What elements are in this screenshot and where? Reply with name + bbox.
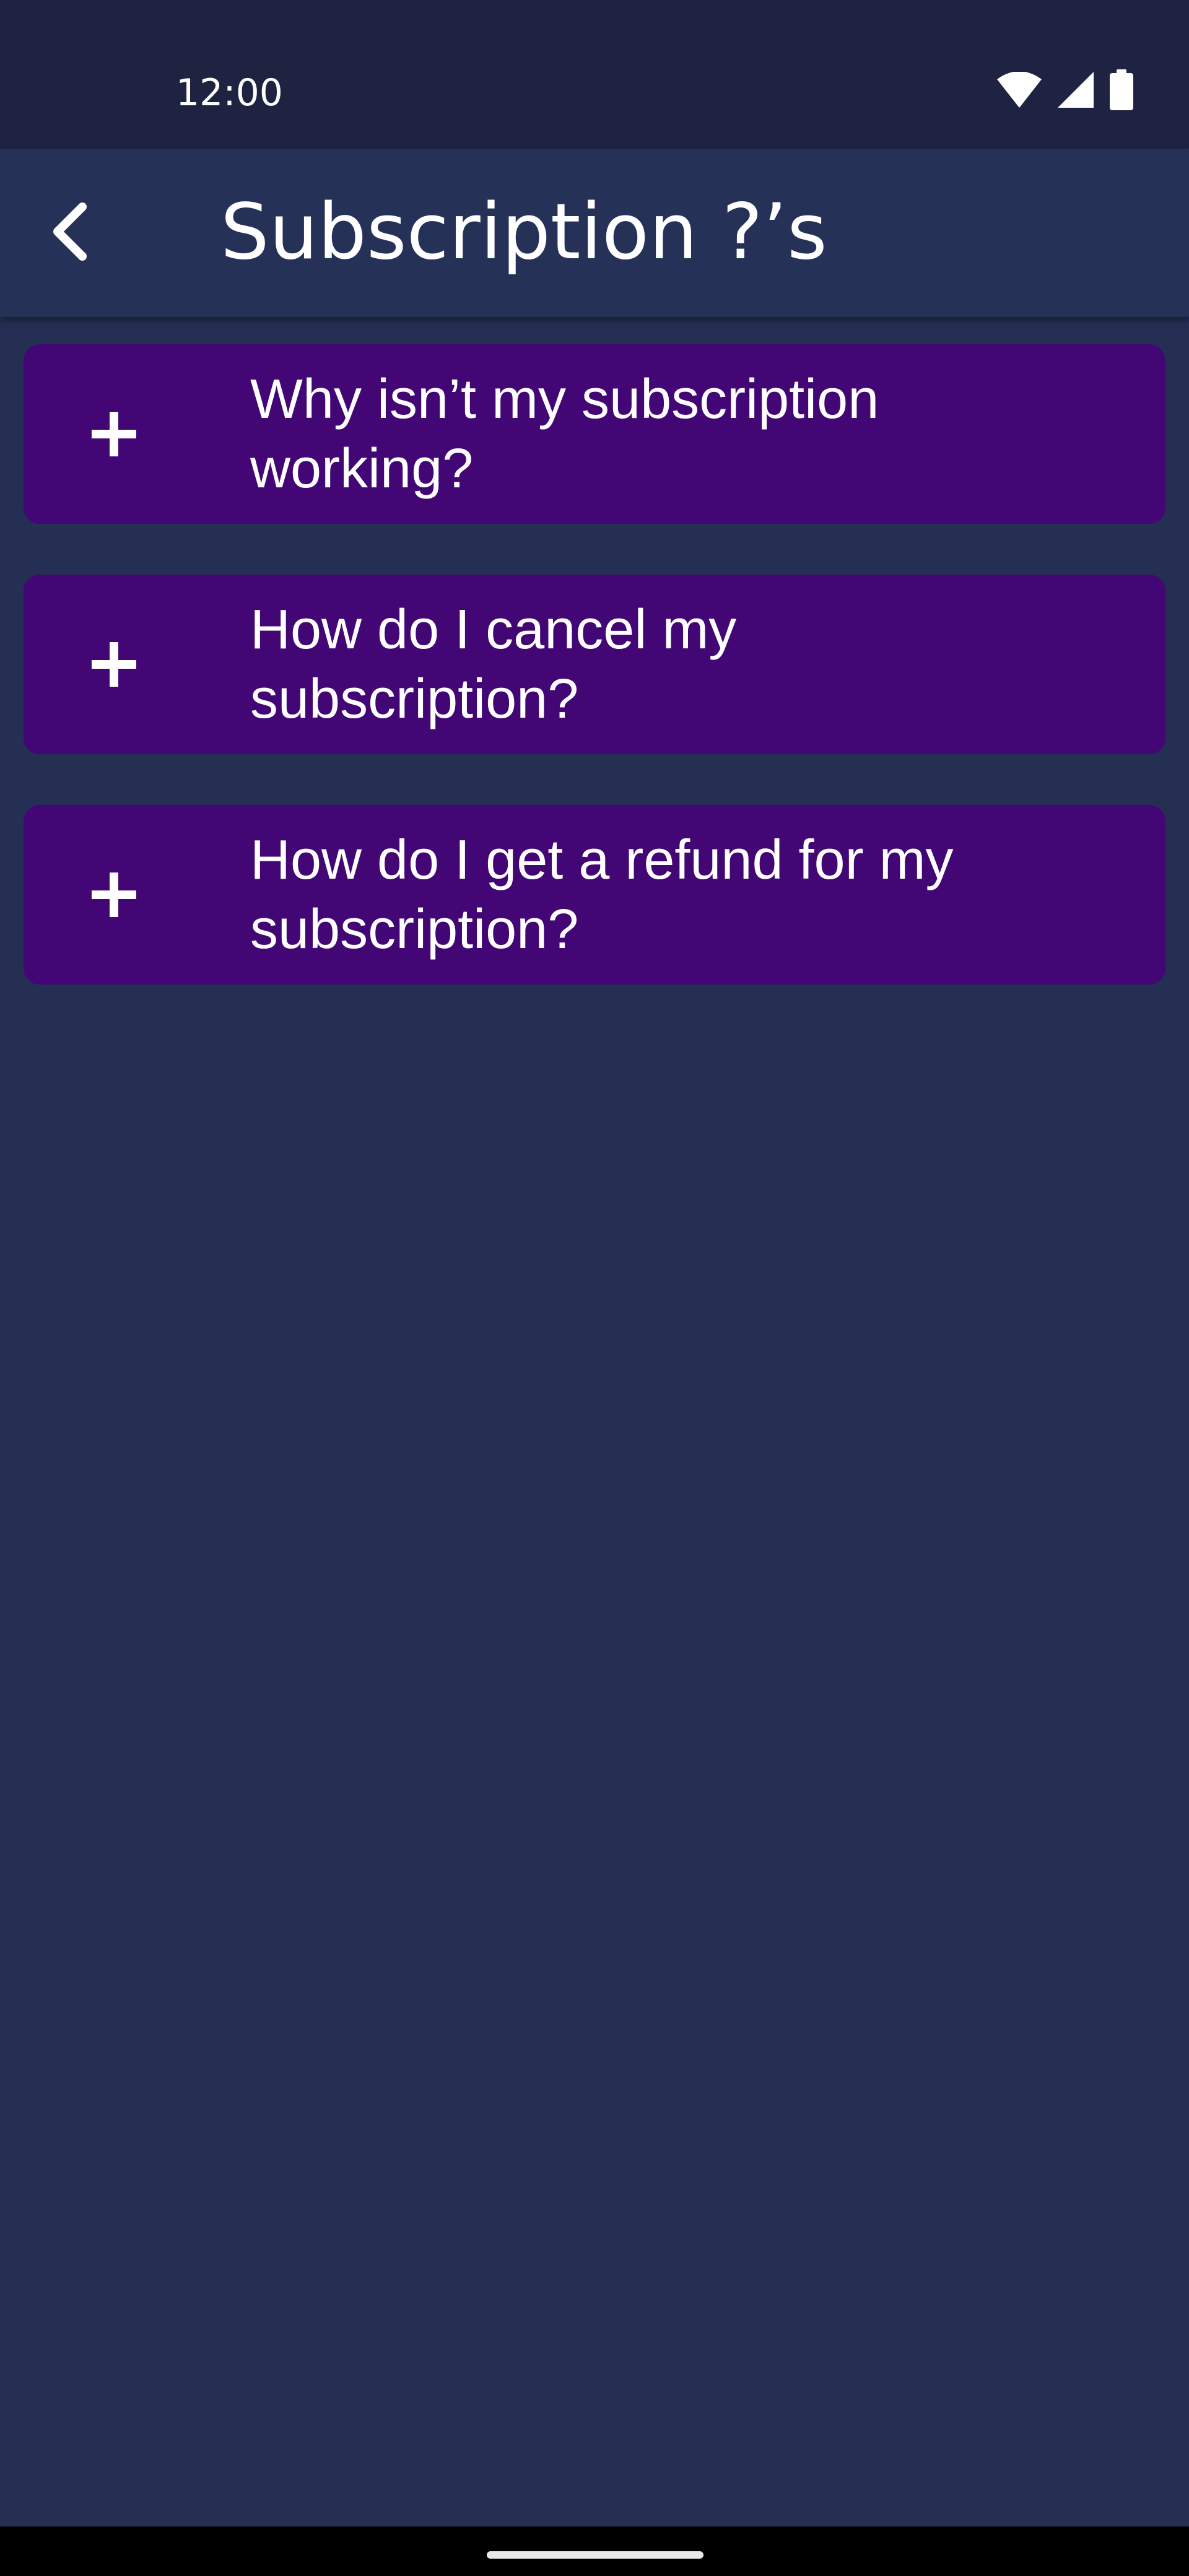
faq-question: How do I cancel my subscription?	[250, 599, 737, 730]
faq-item-subscription-not-working[interactable]: Why isn’t my subscription working?	[24, 344, 1165, 524]
status-icons	[997, 68, 1133, 111]
faq-question: Why isn’t my subscription working?	[250, 368, 879, 500]
faq-list: Why isn’t my subscription working? How d…	[24, 344, 1165, 1035]
faq-question: How do I get a refund for my subscriptio…	[250, 829, 954, 960]
system-navigation-bar	[0, 2526, 1189, 2576]
status-time: 12:00	[176, 71, 283, 115]
cellular-signal-icon	[1058, 72, 1094, 108]
plus-icon	[89, 640, 139, 689]
battery-icon	[1110, 69, 1133, 110]
wifi-icon	[997, 72, 1042, 108]
screen: 12:00 Subscription ?’s Why isn’t my subs…	[0, 0, 1189, 2576]
plus-icon	[89, 870, 139, 920]
app-bar: Subscription ?’s	[0, 149, 1189, 317]
faq-item-refund-subscription[interactable]: How do I get a refund for my subscriptio…	[24, 805, 1165, 985]
chevron-left-icon	[48, 201, 91, 266]
plus-icon	[89, 409, 139, 459]
home-gesture-handle[interactable]	[487, 2551, 703, 2559]
faq-item-cancel-subscription[interactable]: How do I cancel my subscription?	[24, 575, 1165, 754]
back-button[interactable]	[35, 198, 104, 268]
page-title: Subscription ?’s	[220, 188, 827, 277]
status-bar: 12:00	[0, 0, 1189, 149]
